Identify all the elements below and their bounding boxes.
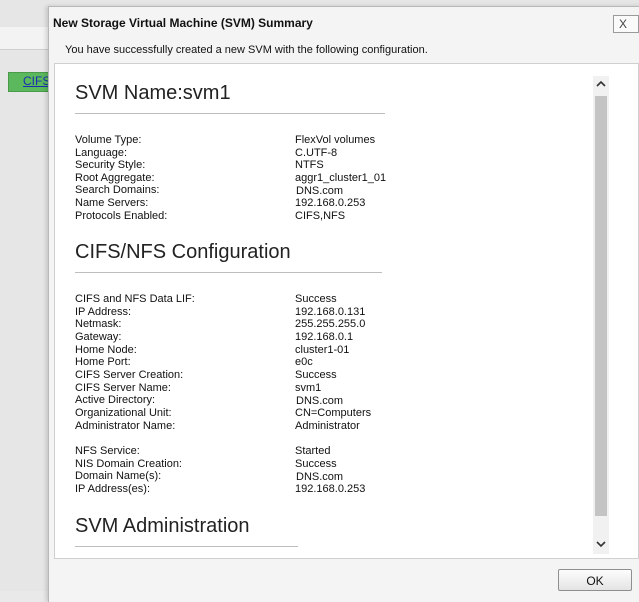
field-label: Security Style: (75, 159, 146, 171)
field-value: 192.168.0.253 (295, 483, 366, 495)
section-divider (75, 272, 382, 273)
field-label: CIFS and NFS Data LIF: (75, 293, 195, 305)
field-value: FlexVol volumes (295, 134, 376, 146)
chevron-up-icon[interactable] (593, 76, 609, 94)
field-value: CN=Computers (295, 407, 372, 419)
field-value: Started (295, 445, 331, 457)
field-value: 192.168.0.253 (295, 197, 366, 209)
field-value: DNS.com (296, 185, 344, 197)
close-icon: X (619, 17, 628, 31)
background-cifs-tab[interactable]: CIFS (8, 72, 50, 92)
field-value: 255.255.255.0 (295, 318, 366, 330)
field-label: Domain Name(s): (75, 470, 162, 482)
field-value: NTFS (295, 159, 324, 171)
field-value: DNS.com (296, 471, 344, 483)
field-value: cluster1-01 (295, 344, 350, 356)
field-value: Success (295, 293, 337, 305)
field-label: Search Domains: (75, 184, 160, 196)
background-toolbar-strip (0, 27, 48, 50)
field-label: Root Aggregate: (75, 172, 155, 184)
chevron-down-icon[interactable] (593, 536, 609, 554)
ok-button[interactable]: OK (558, 569, 632, 591)
field-label: IP Address(es): (75, 483, 150, 495)
field-value: e0c (295, 356, 313, 368)
field-value: CIFS,NFS (295, 210, 346, 222)
field-value: C.UTF-8 (295, 147, 338, 159)
field-label: Gateway: (75, 331, 122, 343)
field-label: Name Servers: (75, 197, 149, 209)
field-label: NIS Domain Creation: (75, 458, 182, 470)
section-divider (75, 113, 385, 114)
field-value: Success (295, 369, 337, 381)
svm-administration-heading: SVM Administration (75, 515, 250, 537)
field-label: CIFS Server Creation: (75, 369, 184, 381)
field-label: Active Directory: (75, 394, 156, 406)
field-label: Protocols Enabled: (75, 210, 168, 222)
svm-summary-dialog: New Storage Virtual Machine (SVM) Summar… (48, 6, 639, 602)
scrollbar-thumb[interactable] (595, 96, 607, 516)
field-value: svm1 (295, 382, 322, 394)
field-value: 192.168.0.131 (295, 306, 366, 318)
field-label: CIFS Server Name: (75, 382, 171, 394)
field-label: Netmask: (75, 318, 122, 330)
field-value: aggr1_cluster1_01 (295, 172, 387, 184)
field-value: 192.168.0.1 (295, 331, 354, 343)
section-divider (75, 546, 298, 547)
field-label: Administrator Name: (75, 420, 176, 432)
cifs-nfs-heading: CIFS/NFS Configuration (75, 241, 291, 263)
field-value: Administrator (295, 420, 360, 432)
field-label: Home Node: (75, 344, 137, 356)
field-label: NFS Service: (75, 445, 140, 457)
field-label: Language: (75, 147, 127, 159)
close-button[interactable]: X (613, 15, 639, 33)
field-label: Home Port: (75, 356, 131, 368)
field-label: Volume Type: (75, 134, 142, 146)
field-value: Success (295, 458, 337, 470)
svm-name-heading: SVM Name:svm1 (75, 82, 231, 104)
dialog-title: New Storage Virtual Machine (SVM) Summar… (53, 16, 313, 30)
field-label: Organizational Unit: (75, 407, 172, 419)
success-message: You have successfully created a new SVM … (65, 44, 428, 56)
field-label: IP Address: (75, 306, 132, 318)
field-value: DNS.com (296, 395, 344, 407)
summary-content-panel: SVM Name:svm1 Volume Type: FlexVol volum… (54, 63, 639, 559)
